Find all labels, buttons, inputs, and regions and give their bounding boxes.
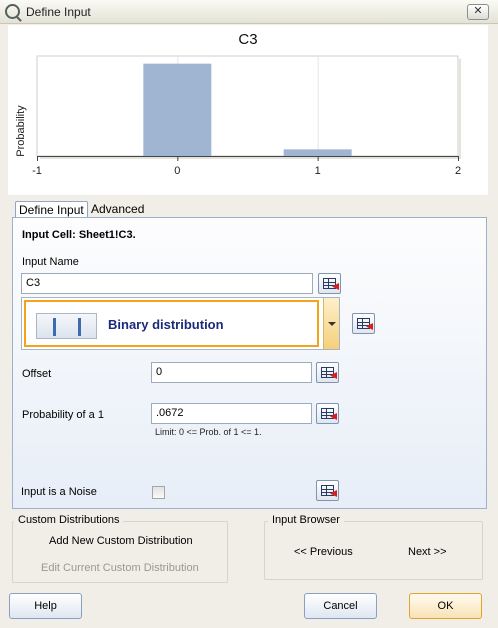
thumb-bar-0 — [53, 318, 56, 336]
distribution-chart: -1 0 1 2 C3 Probability — [8, 25, 488, 195]
input-name-field[interactable]: C3 — [21, 273, 313, 294]
noise-cell-picker-button[interactable] — [316, 480, 339, 501]
distribution-label: Binary distribution — [108, 317, 224, 332]
chevron-down-icon[interactable] — [323, 298, 339, 349]
edit-custom-distribution-button[interactable]: Edit Current Custom Distribution — [41, 562, 199, 574]
offset-cell-picker-button[interactable] — [316, 362, 339, 383]
plot-area — [36, 55, 459, 157]
input-browser-title: Input Browser — [268, 514, 344, 526]
input-name-label: Input Name — [22, 256, 79, 268]
distribution-dropdown[interactable]: Binary distribution — [21, 297, 340, 350]
x-tick-label-2: 1 — [315, 165, 321, 177]
probability-field[interactable]: .0672 — [151, 403, 312, 424]
x-tick-label-1: 0 — [174, 165, 180, 177]
noise-checkbox[interactable] — [152, 486, 165, 499]
help-button[interactable]: Help — [9, 593, 82, 619]
offset-field[interactable]: 0 — [151, 362, 312, 383]
tab-advanced[interactable]: Advanced — [88, 201, 147, 218]
cancel-button[interactable]: Cancel — [304, 593, 377, 619]
add-custom-distribution-button[interactable]: Add New Custom Distribution — [49, 535, 193, 547]
title-bar: Define Input ✕ — [0, 0, 498, 24]
close-button[interactable]: ✕ — [467, 4, 489, 20]
custom-distributions-title: Custom Distributions — [14, 514, 124, 526]
app-icon — [5, 4, 20, 19]
tab-define-input[interactable]: Define Input — [15, 201, 88, 218]
chart-ylabel: Probability — [15, 105, 27, 157]
chart-svg: -1 0 1 2 — [32, 55, 461, 177]
bar-0 — [143, 63, 212, 156]
window-title: Define Input — [26, 5, 91, 19]
x-tick-label-0: -1 — [32, 165, 42, 177]
input-cell-label: Input Cell: Sheet1!C3. — [22, 229, 136, 241]
probability-cell-picker-button[interactable] — [316, 403, 339, 424]
offset-label: Offset — [22, 368, 52, 380]
ok-button[interactable]: OK — [409, 593, 482, 619]
input-name-cell-picker-button[interactable] — [318, 273, 341, 294]
probability-limit-text: Limit: 0 <= Prob. of 1 <= 1. — [155, 427, 262, 437]
noise-label: Input is a Noise — [21, 486, 97, 498]
chart-title: C3 — [238, 31, 258, 48]
distribution-selected: Binary distribution — [24, 300, 319, 347]
thumb-bar-1 — [78, 318, 81, 336]
binary-distribution-icon — [36, 313, 97, 339]
probability-label: Probability of a 1 — [22, 409, 104, 421]
previous-button[interactable]: << Previous — [294, 546, 353, 558]
x-tick-label-3: 2 — [455, 165, 461, 177]
bar-1 — [283, 149, 352, 156]
next-button[interactable]: Next >> — [408, 546, 447, 558]
distribution-picker-button[interactable] — [352, 313, 375, 334]
